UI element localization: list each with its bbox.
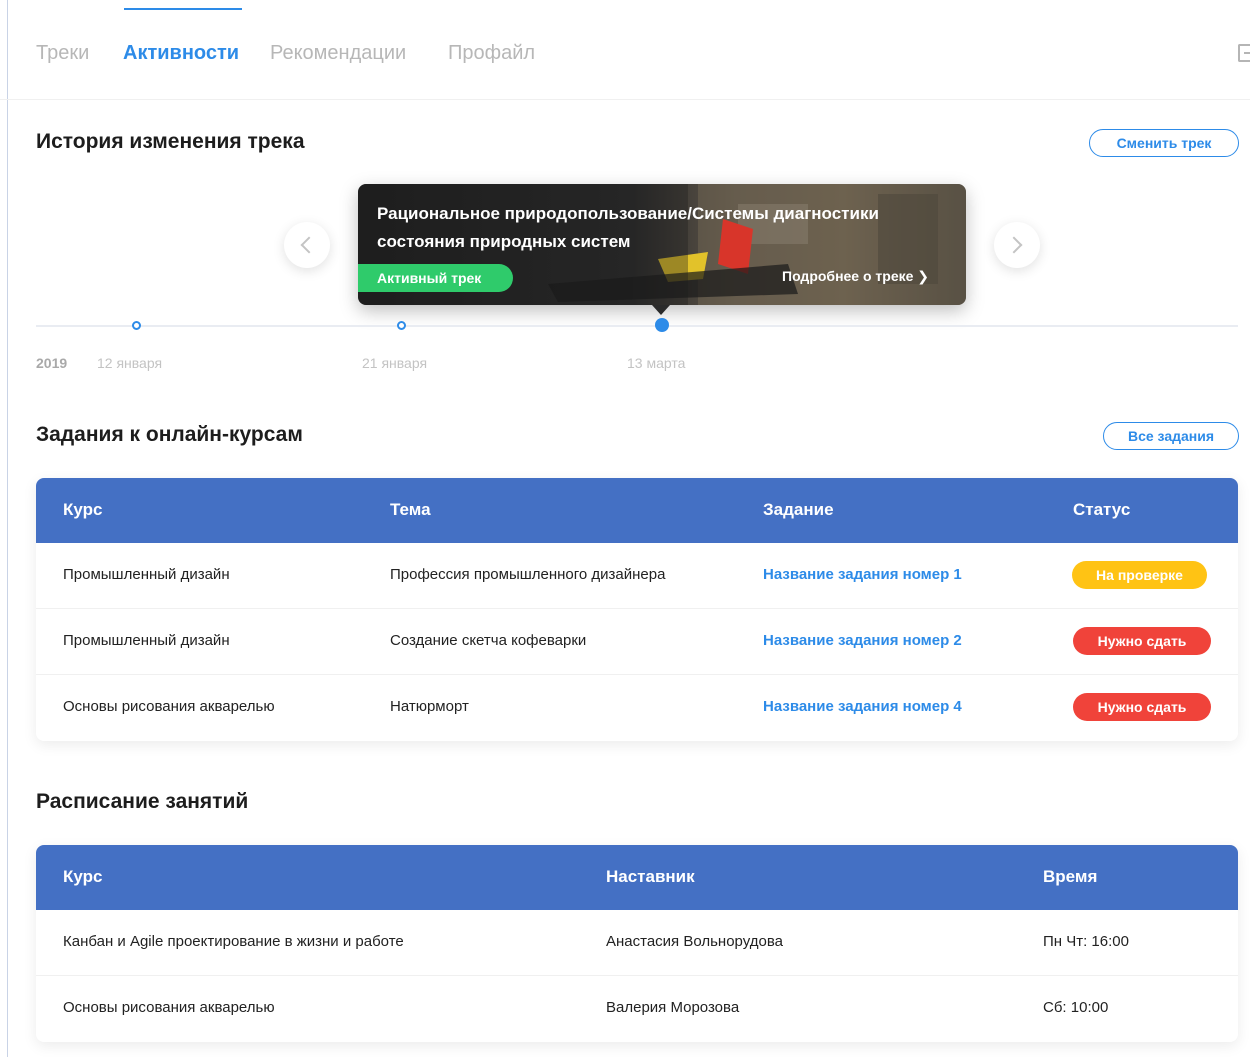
column-header-course: Курс xyxy=(63,867,103,886)
column-header-task: Задание xyxy=(763,500,834,519)
tab-activities[interactable]: Активности xyxy=(123,42,239,65)
status-badge: На проверке xyxy=(1072,561,1207,589)
active-track-badge: Активный трек xyxy=(358,264,513,292)
logout-icon[interactable] xyxy=(1238,44,1250,62)
active-tab-indicator xyxy=(124,8,242,10)
table-row: Промышленный дизайн Профессия промышленн… xyxy=(36,543,1238,609)
top-navigation: Треки Активности Рекомендации Профайл xyxy=(0,0,1250,100)
timeline-year: 2019 xyxy=(36,355,68,371)
history-title: История изменения трека xyxy=(36,130,305,153)
table-row: Промышленный дизайн Создание скетча кофе… xyxy=(36,609,1238,675)
table-row: Основы рисования акварелью Натюрморт Наз… xyxy=(36,675,1238,741)
cell-course: Промышленный дизайн xyxy=(63,566,230,583)
cell-course: Канбан и Agile проектирование в жизни и … xyxy=(63,933,404,950)
task-link[interactable]: Название задания номер 4 xyxy=(763,698,962,715)
card-pointer xyxy=(652,305,670,315)
track-details-link[interactable]: Подробнее о треке ❯ xyxy=(782,268,929,285)
cell-mentor: Анастасия Вольнорудова xyxy=(606,933,783,950)
timeline-line xyxy=(36,325,1238,327)
cell-topic: Профессия промышленного дизайнера xyxy=(390,566,666,583)
schedule-table: Курс Наставник Время Канбан и Agile прое… xyxy=(36,845,1238,1042)
cell-course: Основы рисования акварелью xyxy=(63,698,275,715)
change-track-button[interactable]: Сменить трек xyxy=(1089,129,1239,157)
cell-topic: Натюрморт xyxy=(390,698,469,715)
all-tasks-button[interactable]: Все задания xyxy=(1103,422,1239,450)
tab-profile[interactable]: Профайл xyxy=(448,42,535,65)
schedule-title: Расписание занятий xyxy=(36,790,249,813)
column-header-course: Курс xyxy=(63,500,103,519)
column-header-time: Время xyxy=(1043,867,1098,886)
tasks-title: Задания к онлайн-курсам xyxy=(36,423,303,446)
cell-topic: Создание скетча кофеварки xyxy=(390,632,587,649)
timeline-label-jan12: 12 января xyxy=(97,355,163,371)
tab-tracks[interactable]: Треки xyxy=(36,42,89,65)
tab-recommendations[interactable]: Рекомендации xyxy=(270,42,406,65)
carousel-prev-icon[interactable] xyxy=(284,222,330,268)
status-badge: Нужно сдать xyxy=(1073,627,1211,655)
carousel-next-icon[interactable] xyxy=(994,222,1040,268)
active-track-card[interactable]: Рациональное природопользование/Системы … xyxy=(358,184,966,305)
column-header-mentor: Наставник xyxy=(606,867,695,886)
cell-mentor: Валерия Морозова xyxy=(606,999,740,1016)
timeline-point-jan21[interactable] xyxy=(397,321,406,330)
tasks-table: Курс Тема Задание Статус Промышленный ди… xyxy=(36,478,1238,741)
cell-course: Основы рисования акварелью xyxy=(63,999,275,1016)
timeline-label-jan21: 21 января xyxy=(362,355,428,371)
timeline-point-mar13[interactable] xyxy=(655,318,669,332)
cell-time: Пн Чт: 16:00 xyxy=(1043,933,1129,950)
tasks-table-header: Курс Тема Задание Статус xyxy=(36,478,1238,543)
timeline-point-jan12[interactable] xyxy=(132,321,141,330)
timeline-label-mar13: 13 марта xyxy=(627,355,686,371)
cell-time: Сб: 10:00 xyxy=(1043,999,1109,1016)
table-row: Канбан и Agile проектирование в жизни и … xyxy=(36,910,1238,976)
column-header-topic: Тема xyxy=(390,500,431,519)
table-row: Основы рисования акварелью Валерия Мороз… xyxy=(36,976,1238,1042)
cell-course: Промышленный дизайн xyxy=(63,632,230,649)
task-link[interactable]: Название задания номер 1 xyxy=(763,566,962,583)
track-card-title: Рациональное природопользование/Системы … xyxy=(377,204,879,251)
status-badge: Нужно сдать xyxy=(1073,693,1211,721)
schedule-table-header: Курс Наставник Время xyxy=(36,845,1238,910)
column-header-status: Статус xyxy=(1073,500,1131,519)
page-left-border xyxy=(7,0,8,1057)
task-link[interactable]: Название задания номер 2 xyxy=(763,632,962,649)
